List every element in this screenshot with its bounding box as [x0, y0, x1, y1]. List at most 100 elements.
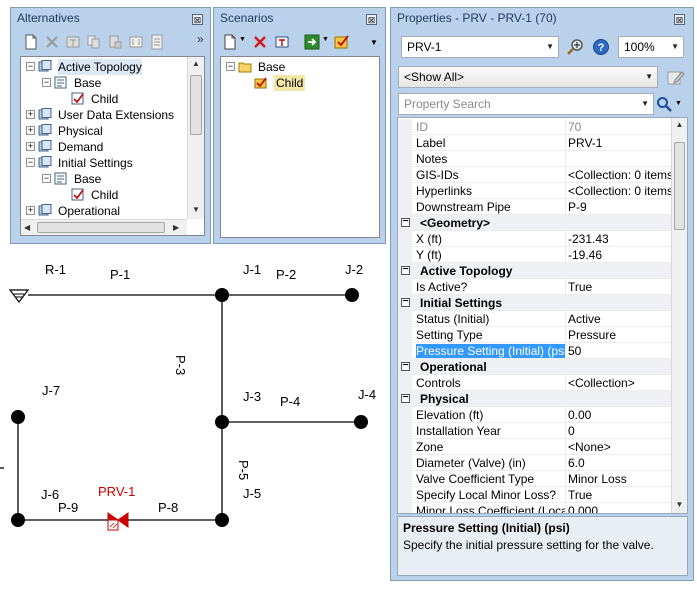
property-value[interactable]: 0.000	[568, 503, 671, 513]
property-grid-scrollbar[interactable]: ▲ ▼	[671, 118, 687, 513]
junction-j3[interactable]	[215, 415, 229, 429]
collapse-icon[interactable]: −	[401, 297, 410, 307]
collapse-icon[interactable]: −	[401, 265, 410, 275]
junction-j7[interactable]	[11, 410, 25, 424]
new-dropdown-icon[interactable]: ▼	[239, 36, 246, 43]
make-current-icon[interactable]	[107, 34, 123, 50]
compute-icon[interactable]	[304, 34, 320, 50]
expand-icon[interactable]: +	[26, 126, 35, 135]
property-row[interactable]: Downstream Pipe P-9	[398, 199, 671, 215]
expand-icon[interactable]: +	[26, 110, 35, 119]
property-value[interactable]: 0	[568, 423, 671, 439]
property-row[interactable]: Minor Loss Coefficient (Local) 0.000	[398, 503, 671, 513]
collapse-icon[interactable]: −	[26, 62, 35, 71]
property-value[interactable]: Pressure	[568, 327, 671, 343]
toolbar-overflow-icon[interactable]: ▼	[370, 38, 378, 47]
collapse-icon[interactable]: −	[226, 62, 235, 71]
property-value[interactable]: <Collection: 0 items>	[568, 167, 671, 183]
make-current-icon[interactable]	[334, 34, 350, 50]
compare-icon[interactable]	[128, 34, 144, 50]
property-row[interactable]: Y (ft) -19.46	[398, 247, 671, 263]
property-row[interactable]: Is Active? True	[398, 279, 671, 295]
property-row[interactable]: Setting Type Pressure	[398, 327, 671, 343]
property-category[interactable]: − <Geometry>	[398, 215, 671, 231]
new-icon[interactable]	[23, 34, 39, 50]
properties-close-button[interactable]: ⊠	[674, 14, 685, 25]
property-category[interactable]: − Operational	[398, 359, 671, 375]
toolbar-overflow-icon[interactable]: »	[197, 32, 204, 46]
scroll-thumb[interactable]	[190, 75, 202, 135]
property-category[interactable]: − Physical	[398, 391, 671, 407]
property-row[interactable]: GIS-IDs <Collection: 0 items>	[398, 167, 671, 183]
property-value[interactable]: 50	[568, 343, 671, 359]
junction-j2[interactable]	[345, 288, 359, 302]
property-category[interactable]: − Active Topology	[398, 263, 671, 279]
property-value[interactable]: <Collection>	[568, 375, 671, 391]
prv-valve-icon[interactable]	[107, 512, 129, 531]
collapse-icon[interactable]: −	[401, 217, 410, 227]
help-icon[interactable]: ?	[592, 38, 610, 56]
new-icon[interactable]	[222, 34, 238, 50]
scroll-thumb[interactable]	[674, 142, 685, 230]
property-row[interactable]: Installation Year 0	[398, 423, 671, 439]
zoom-to-element-icon[interactable]	[567, 38, 585, 56]
property-value[interactable]: Minor Loss	[568, 471, 671, 487]
collapse-icon[interactable]: −	[401, 361, 410, 371]
property-row[interactable]: Label PRV-1	[398, 135, 671, 151]
network-canvas[interactable]	[0, 250, 390, 580]
property-row[interactable]: X (ft) -231.43	[398, 231, 671, 247]
copy-icon[interactable]	[86, 34, 102, 50]
property-value[interactable]: PRV-1	[568, 135, 671, 151]
rename-icon[interactable]	[274, 34, 290, 50]
report-icon[interactable]	[149, 34, 165, 50]
property-row[interactable]: ID 70	[398, 119, 671, 135]
junction-j6[interactable]	[11, 513, 25, 527]
filter-select[interactable]: <Show All> ▼	[398, 66, 658, 88]
alternatives-vertical-scrollbar[interactable]: ▲ ▼	[187, 57, 204, 219]
property-row[interactable]: Specify Local Minor Loss? True	[398, 487, 671, 503]
collapse-icon[interactable]: −	[26, 158, 35, 167]
property-value[interactable]: <Collection: 0 items>	[568, 183, 671, 199]
property-value[interactable]: True	[568, 279, 671, 295]
property-row[interactable]: Status (Initial) Active	[398, 311, 671, 327]
search-icon[interactable]	[656, 96, 672, 112]
edit-icon[interactable]	[667, 69, 685, 86]
scenarios-close-button[interactable]: ⊠	[366, 14, 377, 25]
property-search-input[interactable]: Property Search ▼	[398, 93, 654, 115]
scroll-left-icon[interactable]: ◀	[24, 223, 30, 232]
collapse-icon[interactable]: −	[401, 393, 410, 403]
collapse-icon[interactable]: −	[42, 78, 51, 87]
property-value[interactable]: -19.46	[568, 247, 671, 263]
scroll-down-icon[interactable]: ▼	[672, 500, 687, 509]
property-row[interactable]: Valve Coefficient Type Minor Loss	[398, 471, 671, 487]
junction-j5[interactable]	[215, 513, 229, 527]
alternatives-horizontal-scrollbar[interactable]: ◀ ▶	[21, 219, 187, 235]
alternatives-close-button[interactable]: ⊠	[192, 14, 203, 25]
property-row[interactable]: Notes	[398, 151, 671, 167]
property-row[interactable]: Hyperlinks <Collection: 0 items>	[398, 183, 671, 199]
property-value[interactable]: 0.00	[568, 407, 671, 423]
expand-icon[interactable]: +	[26, 206, 35, 215]
scroll-down-icon[interactable]: ▼	[188, 205, 204, 214]
scroll-thumb[interactable]	[37, 222, 165, 233]
property-row[interactable]: Diameter (Valve) (in) 6.0	[398, 455, 671, 471]
property-value[interactable]: Active	[568, 311, 671, 327]
junction-j4[interactable]	[354, 415, 368, 429]
scroll-up-icon[interactable]: ▲	[672, 120, 687, 129]
scroll-up-icon[interactable]: ▲	[188, 59, 204, 68]
property-value[interactable]: <None>	[568, 439, 671, 455]
zoom-select[interactable]: 100% ▼	[618, 36, 684, 58]
property-category[interactable]: − Initial Settings	[398, 295, 671, 311]
element-select[interactable]: PRV-1 ▼	[401, 36, 559, 58]
property-row[interactable]: Pressure Setting (Initial) (psi) 50	[398, 343, 671, 359]
property-value[interactable]: P-9	[568, 199, 671, 215]
reservoir-r1-icon[interactable]	[8, 289, 30, 303]
property-value[interactable]: 6.0	[568, 455, 671, 471]
rename-icon[interactable]	[65, 34, 81, 50]
compute-dropdown-icon[interactable]: ▼	[322, 36, 329, 43]
property-value[interactable]: -231.43	[568, 231, 671, 247]
property-row[interactable]: Zone <None>	[398, 439, 671, 455]
junction-j1[interactable]	[215, 288, 229, 302]
expand-icon[interactable]: +	[26, 142, 35, 151]
delete-icon[interactable]	[44, 34, 60, 50]
